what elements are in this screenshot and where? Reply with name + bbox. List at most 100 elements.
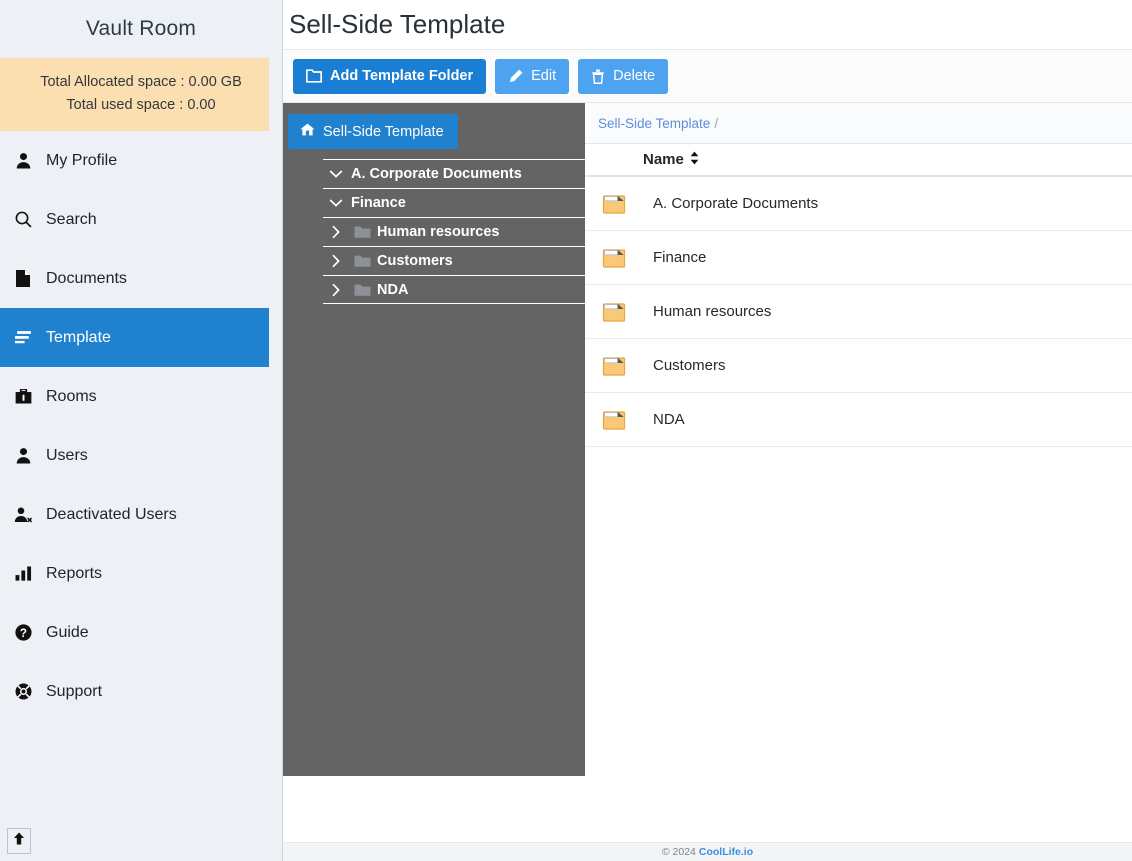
add-template-folder-label: Add Template Folder [330, 68, 474, 84]
sidebar-item-search[interactable]: Search [0, 190, 282, 249]
sidebar-item-label: Template [46, 328, 111, 346]
page-footer: © 2024 CoolLife.io [283, 842, 1132, 861]
arrow-up-icon [13, 832, 25, 850]
folder-icon [306, 69, 322, 83]
delete-label: Delete [613, 68, 656, 84]
folder-icon [349, 225, 375, 239]
folder-icon [585, 407, 643, 433]
file-list-panel: Sell-Side Template / Name A. Corporate D… [585, 103, 1132, 861]
tree-item-label: A. Corporate Documents [351, 166, 522, 182]
tree-item-label: Human resources [377, 224, 500, 240]
breadcrumb-root-link[interactable]: Sell-Side Template [598, 116, 710, 131]
folder-icon [585, 299, 643, 325]
chevron-right-icon[interactable] [323, 225, 349, 239]
folder-icon [349, 283, 375, 297]
main-content: Sell-Side Template Add Template Folder E… [282, 0, 1132, 861]
life-ring-icon [8, 683, 38, 700]
sidebar-item-label: Users [46, 446, 88, 464]
file-name-label: Finance [653, 249, 707, 266]
trash-icon [591, 69, 605, 84]
file-list-header: Name [585, 144, 1132, 177]
table-row[interactable]: Human resources [585, 285, 1132, 339]
tree-item-label: Finance [351, 195, 406, 211]
folder-icon [585, 353, 643, 379]
sort-updown-icon[interactable] [690, 151, 699, 169]
footer-copyright: © 2024 [661, 846, 696, 858]
tree-item-human-resources[interactable]: Human resources [323, 217, 585, 246]
tree-item-nda[interactable]: NDA [323, 275, 585, 304]
chevron-right-icon[interactable] [323, 283, 349, 297]
sidebar-scrollbar[interactable] [269, 0, 282, 861]
sidebar-item-label: Guide [46, 623, 89, 641]
page-header: Sell-Side Template [283, 0, 1132, 50]
chevron-down-icon[interactable] [323, 169, 349, 179]
user-times-icon [8, 506, 38, 523]
pencil-icon [508, 69, 523, 84]
briefcase-icon [8, 389, 38, 404]
sidebar-item-documents[interactable]: Documents [0, 249, 282, 308]
sidebar-nav: My Profile Search Documents Template Roo… [0, 131, 282, 721]
edit-button[interactable]: Edit [495, 58, 570, 94]
sidebar-item-label: Deactivated Users [46, 505, 177, 523]
user-icon [8, 152, 38, 169]
sidebar: Vault Room Total Allocated space : 0.00 … [0, 0, 282, 861]
storage-info-panel: Total Allocated space : 0.00 GB Total us… [0, 58, 282, 132]
folder-icon [585, 245, 643, 271]
sidebar-item-label: My Profile [46, 151, 118, 169]
search-icon [8, 211, 38, 228]
sidebar-item-template[interactable]: Template [0, 308, 282, 368]
table-row[interactable]: A. Corporate Documents [585, 177, 1132, 231]
template-icon [8, 330, 38, 345]
tree-item-finance[interactable]: Finance [323, 188, 585, 217]
sidebar-item-label: Search [46, 210, 97, 228]
table-row[interactable]: NDA [585, 393, 1132, 447]
sidebar-item-rooms[interactable]: Rooms [0, 367, 282, 426]
file-name-label: A. Corporate Documents [653, 195, 819, 212]
folder-icon [585, 191, 643, 217]
home-icon [300, 123, 315, 140]
sidebar-item-guide[interactable]: ? Guide [0, 603, 282, 662]
toolbar: Add Template Folder Edit Delete [283, 50, 1132, 103]
tree-item-customers[interactable]: Customers [323, 246, 585, 275]
footer-brand-link[interactable]: CoolLife.io [699, 846, 753, 858]
breadcrumb: Sell-Side Template / [585, 103, 1132, 144]
sidebar-item-users[interactable]: Users [0, 426, 282, 485]
content-body: Sell-Side Template A. Corporate Document… [283, 103, 1132, 861]
sidebar-item-deactivated-users[interactable]: Deactivated Users [0, 485, 282, 544]
edit-label: Edit [531, 68, 557, 84]
column-header-name-label: Name [643, 151, 684, 168]
total-allocated-space: Total Allocated space : 0.00 GB [40, 74, 242, 90]
file-name-label: Human resources [653, 303, 772, 320]
folder-icon [349, 254, 375, 268]
file-name-label: NDA [653, 411, 685, 428]
svg-text:?: ? [19, 627, 26, 640]
question-circle-icon: ? [8, 624, 38, 641]
app-root: Vault Room Total Allocated space : 0.00 … [0, 0, 1132, 861]
bar-chart-icon [8, 566, 38, 581]
tree-item-label: Customers [377, 253, 453, 269]
table-row[interactable]: Finance [585, 231, 1132, 285]
add-template-folder-button[interactable]: Add Template Folder [293, 58, 487, 94]
tree-item-a-corporate-documents[interactable]: A. Corporate Documents [323, 159, 585, 188]
scroll-to-top-button[interactable] [7, 828, 31, 854]
chevron-down-icon[interactable] [323, 198, 349, 208]
breadcrumb-separator: / [714, 115, 719, 131]
table-row[interactable]: Customers [585, 339, 1132, 393]
file-name-label: Customers [653, 357, 726, 374]
chevron-right-icon[interactable] [323, 254, 349, 268]
column-header-name[interactable]: Name [643, 151, 699, 169]
sidebar-item-label: Documents [46, 269, 127, 287]
tree-list: A. Corporate Documents Finance Human res… [283, 159, 585, 304]
sidebar-item-label: Rooms [46, 387, 97, 405]
delete-button[interactable]: Delete [578, 58, 669, 94]
document-icon [8, 270, 38, 288]
tree-root-label: Sell-Side Template [323, 123, 444, 140]
sidebar-item-support[interactable]: Support [0, 662, 282, 721]
sidebar-item-my-profile[interactable]: My Profile [0, 131, 282, 190]
sidebar-item-label: Support [46, 682, 103, 700]
sidebar-item-reports[interactable]: Reports [0, 544, 282, 603]
tree-root-sell-side-template[interactable]: Sell-Side Template [288, 114, 458, 149]
template-tree-panel: Sell-Side Template A. Corporate Document… [283, 103, 585, 776]
user-icon [8, 447, 38, 464]
page-title: Sell-Side Template [289, 9, 506, 39]
